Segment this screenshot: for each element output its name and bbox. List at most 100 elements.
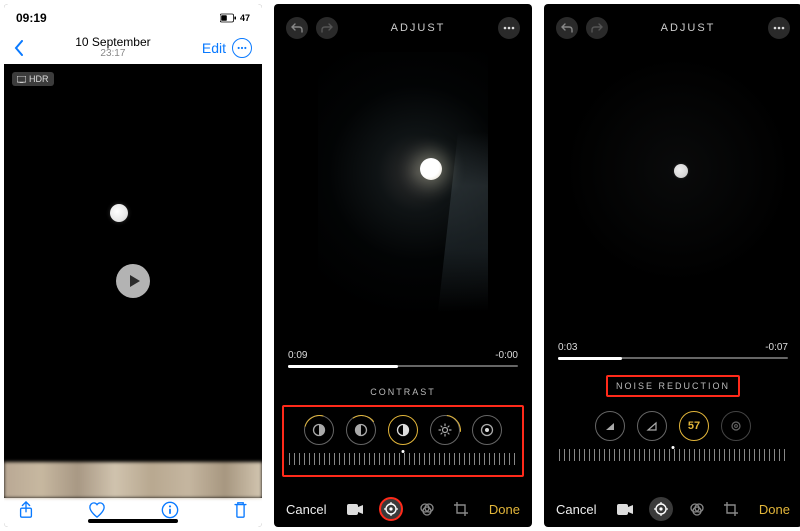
mode-filters[interactable] — [687, 499, 707, 519]
knob-contrast-b[interactable] — [346, 415, 376, 445]
done-button[interactable]: Done — [489, 502, 520, 517]
adjustment-slider[interactable] — [559, 449, 787, 461]
moon-subject — [110, 204, 128, 222]
redo-button[interactable] — [586, 17, 608, 39]
cancel-button[interactable]: Cancel — [286, 502, 326, 517]
trim-readout: 0:03 -0:07 — [544, 342, 800, 353]
adjustment-knobs: 57 — [595, 411, 751, 441]
editor-topbar: ADJUST — [544, 4, 800, 52]
more-button[interactable] — [232, 38, 252, 58]
knob-contrast-selected[interactable] — [388, 415, 418, 445]
undo-button[interactable] — [286, 17, 308, 39]
trim-elapsed: 0:03 — [558, 342, 577, 353]
editor-modes — [345, 497, 471, 521]
ellipsis-icon — [773, 26, 785, 30]
contrast-icon — [396, 423, 410, 437]
done-button[interactable]: Done — [759, 502, 790, 517]
undo-button[interactable] — [556, 17, 578, 39]
mode-adjust[interactable] — [379, 497, 403, 521]
trim-remaining: -0:00 — [495, 350, 518, 361]
adjustment-label-highlight: NOISE REDUCTION — [606, 375, 740, 397]
ring-icon — [730, 420, 742, 432]
share-icon — [18, 501, 34, 519]
video-icon — [617, 504, 633, 515]
adjustment-slider[interactable] — [289, 453, 517, 465]
play-icon — [129, 274, 141, 288]
redo-button[interactable] — [316, 17, 338, 39]
knob-definition[interactable] — [637, 411, 667, 441]
hdr-badge: HDR — [12, 72, 54, 86]
knob-sharpness[interactable] — [595, 411, 625, 441]
knob-noise-reduction-value[interactable]: 57 — [679, 411, 709, 441]
editor-title: ADJUST — [661, 22, 716, 34]
status-bar: 09:19 47 — [4, 4, 262, 32]
undo-icon — [561, 22, 573, 34]
trim-remaining: -0:07 — [765, 342, 788, 353]
redo-icon — [321, 22, 333, 34]
triangle-outline-icon — [646, 420, 658, 432]
adjustment-controls-highlight — [282, 405, 524, 477]
photo-canvas[interactable]: HDR — [4, 64, 262, 462]
adjust-dial-icon — [384, 502, 398, 516]
adjust-noise-reduction-screen: ADJUST 0:03 -0:07 NOISE REDUCTION 57 Can… — [544, 4, 800, 527]
editor-bottombar: Cancel Done — [274, 491, 532, 527]
adjustment-controls: 57 — [552, 403, 794, 471]
editor-canvas[interactable] — [318, 52, 488, 340]
knob-contrast-a[interactable] — [304, 415, 334, 445]
mode-crop[interactable] — [721, 499, 741, 519]
editor-bottombar: Cancel Done — [544, 491, 800, 527]
editor-more-button[interactable] — [498, 17, 520, 39]
adjust-dial-icon — [654, 502, 668, 516]
knob-next[interactable] — [721, 411, 751, 441]
trash-icon — [233, 501, 248, 519]
filters-icon — [420, 502, 434, 516]
heart-icon — [88, 502, 106, 518]
trim-elapsed: 0:09 — [288, 350, 307, 361]
nav-bar: 10 September 23:17 Edit — [4, 32, 262, 64]
video-icon — [347, 504, 363, 515]
moon-subject — [420, 158, 442, 180]
dot-ring-icon — [480, 423, 494, 437]
photos-viewer-screen: 09:19 47 10 September 23:17 Edit HDR — [4, 4, 262, 527]
cancel-button[interactable]: Cancel — [556, 502, 596, 517]
mode-adjust[interactable] — [649, 497, 673, 521]
photo-date: 10 September — [75, 36, 150, 48]
mode-crop[interactable] — [451, 499, 471, 519]
mode-video[interactable] — [615, 499, 635, 519]
mode-filters[interactable] — [417, 499, 437, 519]
battery-indicator: 47 — [220, 13, 250, 23]
chevron-left-icon — [14, 40, 24, 56]
play-button[interactable] — [116, 264, 150, 298]
trim-readout: 0:09 -0:00 — [274, 350, 532, 361]
undo-icon — [291, 22, 303, 34]
adjustment-label: CONTRAST — [274, 387, 532, 397]
triangle-icon — [604, 420, 616, 432]
back-button[interactable] — [14, 40, 24, 56]
photo-time: 23:17 — [75, 48, 150, 60]
filters-icon — [690, 502, 704, 516]
share-button[interactable] — [18, 501, 34, 524]
editor-canvas[interactable] — [550, 52, 796, 332]
screen-icon — [17, 76, 26, 83]
moon-subject — [674, 164, 688, 178]
editor-more-button[interactable] — [768, 17, 790, 39]
status-time: 09:19 — [16, 11, 47, 25]
adjust-contrast-screen: ADJUST 0:09 -0:00 CONTRAST Cancel Done — [274, 4, 532, 527]
editor-topbar: ADJUST — [274, 4, 532, 52]
edit-button[interactable]: Edit — [202, 40, 226, 56]
trim-scrubber[interactable] — [558, 357, 788, 359]
photo-title: 10 September 23:17 — [75, 36, 150, 60]
redo-icon — [591, 22, 603, 34]
mode-video[interactable] — [345, 499, 365, 519]
trim-scrubber[interactable] — [288, 365, 518, 367]
delete-button[interactable] — [233, 501, 248, 524]
crop-icon — [724, 502, 738, 516]
info-icon — [161, 501, 179, 519]
ellipsis-icon — [237, 46, 247, 50]
knob-brightness[interactable] — [430, 415, 460, 445]
home-indicator[interactable] — [88, 519, 178, 523]
editor-modes — [615, 497, 741, 521]
knob-vignette[interactable] — [472, 415, 502, 445]
editor-title: ADJUST — [391, 22, 446, 34]
thumbnail-strip[interactable] — [4, 462, 262, 498]
